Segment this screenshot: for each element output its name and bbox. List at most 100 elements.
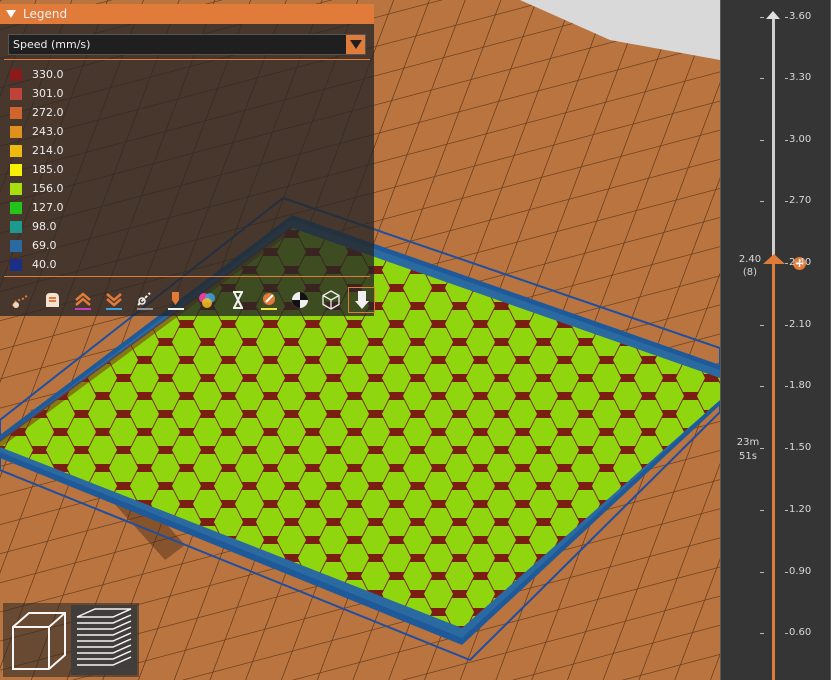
- legend-value: 330.0: [32, 68, 64, 81]
- pause-icon[interactable]: [225, 288, 250, 312]
- legend-value: 185.0: [32, 163, 64, 176]
- color-changes-icon[interactable]: [194, 288, 219, 312]
- panel-edge: [720, 0, 721, 680]
- tick-mark: [760, 17, 764, 18]
- current-thumb-icon[interactable]: [762, 253, 786, 265]
- slider-track-upper[interactable]: [772, 16, 775, 262]
- legend-divider: [4, 59, 370, 60]
- tick-mark: [785, 78, 788, 79]
- legend-panel: Legend Speed (mm/s) 330.0 301.0 272.0 24…: [0, 4, 375, 316]
- view-type-select[interactable]: Speed (mm/s): [8, 34, 366, 55]
- center-of-gravity-icon[interactable]: [287, 288, 312, 312]
- tool-changes-icon[interactable]: [163, 288, 188, 312]
- tick-label: 2.40: [789, 257, 812, 268]
- travel-icon[interactable]: [8, 288, 33, 312]
- legend-item: 127.0: [10, 198, 64, 217]
- tick-label: 3.30: [789, 72, 812, 83]
- estimated-time-seconds: 51s: [739, 451, 757, 462]
- tick-mark: [785, 448, 788, 449]
- tick-mark: [785, 140, 788, 141]
- legend-swatch: [10, 220, 22, 233]
- tick-mark: [785, 201, 788, 202]
- legend-value: 156.0: [32, 182, 64, 195]
- tick-mark: [785, 510, 788, 511]
- layer-view-icon[interactable]: [71, 605, 137, 675]
- legend-value: 301.0: [32, 87, 64, 100]
- legend-item: 69.0: [10, 236, 64, 255]
- tick-mark: [785, 572, 788, 573]
- seams-icon[interactable]: [132, 288, 157, 312]
- tick-label: 3.00: [789, 134, 812, 145]
- deretractions-icon[interactable]: [101, 288, 126, 312]
- tick-mark: [760, 448, 764, 449]
- tick-mark: [785, 263, 788, 264]
- tick-label: 0.60: [789, 627, 812, 638]
- tick-mark: [760, 325, 764, 326]
- legend-swatch: [10, 144, 22, 157]
- legend-swatch: [10, 87, 22, 100]
- legend-value: 40.0: [32, 258, 57, 271]
- collapse-triangle-icon[interactable]: [6, 10, 16, 18]
- legend-item: 301.0: [10, 84, 64, 103]
- legend-value: 243.0: [32, 125, 64, 138]
- legend-divider: [4, 276, 370, 277]
- tick-label: 3.60: [789, 11, 812, 22]
- tick-mark: [785, 633, 788, 634]
- tick-label: 1.80: [789, 380, 812, 391]
- legend-swatch: [10, 125, 22, 138]
- tick-mark: [760, 510, 764, 511]
- tick-mark: [760, 572, 764, 573]
- legend-items: 330.0 301.0 272.0 243.0 214.0 185.0 156.…: [10, 65, 64, 274]
- legend-swatch: [10, 239, 22, 252]
- legend-header[interactable]: Legend: [0, 4, 374, 24]
- legend-swatch: [10, 163, 22, 176]
- legend-swatch: [10, 68, 22, 81]
- custom-gcode-icon[interactable]: [256, 288, 281, 312]
- shells-icon[interactable]: [318, 288, 343, 312]
- legend-item: 40.0: [10, 255, 64, 274]
- legend-item: 214.0: [10, 141, 64, 160]
- tick-mark: [760, 201, 764, 202]
- legend-item: 98.0: [10, 217, 64, 236]
- current-layer-number: (8): [742, 267, 758, 278]
- tick-mark: [760, 78, 764, 79]
- tick-mark: [785, 386, 788, 387]
- legend-item: 185.0: [10, 160, 64, 179]
- legend-value: 98.0: [32, 220, 57, 233]
- estimated-time-minutes: 23m: [736, 437, 760, 448]
- legend-value: 127.0: [32, 201, 64, 214]
- tick-label: 2.70: [789, 195, 812, 206]
- legend-swatch: [10, 201, 22, 214]
- tick-mark: [760, 633, 764, 634]
- current-layer-readout: 2.40 (8): [737, 253, 763, 279]
- tick-mark: [785, 325, 788, 326]
- legend-item: 272.0: [10, 103, 64, 122]
- view-type-label: Speed (mm/s): [13, 38, 91, 51]
- legend-value: 272.0: [32, 106, 64, 119]
- legend-item: 330.0: [10, 65, 64, 84]
- retractions-icon[interactable]: [70, 288, 95, 312]
- layer-slider-panel: [720, 0, 831, 680]
- tool-marker-icon[interactable]: [348, 287, 375, 313]
- tick-label: 1.50: [789, 442, 812, 453]
- legend-swatch: [10, 258, 22, 271]
- tick-label: 0.90: [789, 566, 812, 577]
- slider-track-selected[interactable]: [772, 264, 775, 680]
- legend-value: 69.0: [32, 239, 57, 252]
- legend-item: 156.0: [10, 179, 64, 198]
- current-height-value: 2.40: [738, 254, 762, 265]
- view-toggle: [3, 603, 139, 677]
- legend-title: Legend: [23, 7, 68, 21]
- tick-label: 2.10: [789, 319, 812, 330]
- tick-mark: [760, 386, 764, 387]
- tick-label: 1.20: [789, 504, 812, 515]
- 3d-view-icon[interactable]: [5, 605, 71, 675]
- dropdown-arrow-icon[interactable]: [346, 35, 365, 54]
- estimated-time: 23m 51s: [733, 436, 763, 464]
- tick-mark: [785, 17, 788, 18]
- tick-mark: [760, 140, 764, 141]
- wipe-icon[interactable]: [39, 288, 64, 312]
- legend-swatch: [10, 182, 22, 195]
- legend-toolbar: [8, 287, 375, 313]
- upper-thumb-icon[interactable]: [765, 10, 781, 20]
